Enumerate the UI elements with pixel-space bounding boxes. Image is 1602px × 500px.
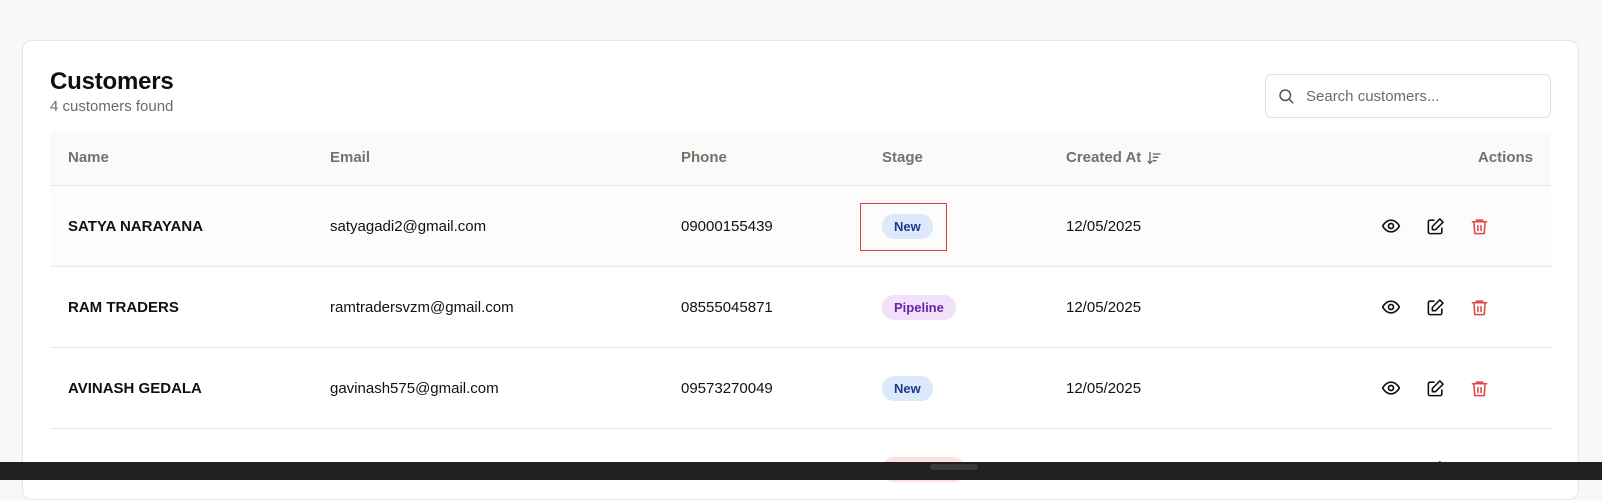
edit-button[interactable] [1424, 215, 1446, 237]
trash-icon [1471, 380, 1487, 396]
customer-email: ramtradersvzm@gmail.com [330, 298, 514, 316]
edit-icon [1427, 379, 1444, 396]
column-header-phone: Phone [681, 149, 727, 166]
column-header-name: Name [68, 149, 109, 166]
table-header: Name Email Phone Stage Created At Action… [50, 131, 1551, 186]
stage-badge: Pipeline [882, 294, 956, 320]
search-input[interactable] [1304, 86, 1548, 106]
stage-badge: New [882, 375, 933, 401]
created-at: 12/05/2025 [1066, 217, 1142, 235]
stage-badge: New [882, 213, 933, 239]
search-icon [1276, 86, 1296, 106]
customer-name: AVINASH GEDALA [68, 379, 202, 397]
row-actions [1380, 348, 1530, 428]
delete-button[interactable] [1468, 215, 1490, 237]
search-box[interactable] [1265, 74, 1551, 118]
customer-phone: 09000155439 [681, 217, 773, 235]
column-header-actions: Actions [1477, 149, 1533, 166]
view-button[interactable] [1380, 296, 1402, 318]
eye-icon [1381, 381, 1401, 395]
column-header-created-at-label: Created At [1066, 149, 1142, 166]
view-button[interactable] [1380, 215, 1402, 237]
customer-email: gavinash575@gmail.com [330, 379, 499, 397]
customers-card: Customers 4 customers found Name Email P… [22, 40, 1579, 500]
delete-button[interactable] [1468, 296, 1490, 318]
row-actions [1380, 186, 1530, 266]
created-at: 12/05/2025 [1066, 298, 1142, 316]
customer-name: SATYA NARAYANA [68, 217, 204, 235]
sort-descending-icon[interactable] [1146, 150, 1162, 166]
customer-phone: 09573270049 [681, 379, 773, 397]
customer-name: RAM TRADERS [68, 298, 179, 316]
eye-icon [1381, 219, 1401, 233]
trash-icon [1471, 299, 1487, 315]
edit-icon [1427, 298, 1444, 315]
row-actions [1380, 267, 1530, 347]
stage-cell: New [882, 348, 933, 428]
page-title: Customers [50, 68, 174, 95]
delete-button[interactable] [1468, 377, 1490, 399]
table-row: RAM TRADERS ramtradersvzm@gmail.com 0855… [50, 267, 1551, 348]
table-row: AVINASH GEDALA gavinash575@gmail.com 095… [50, 348, 1551, 429]
created-at: 12/05/2025 [1066, 379, 1142, 397]
trash-icon [1471, 218, 1487, 234]
stage-cell: Pipeline [882, 267, 956, 347]
stage-cell: New [882, 186, 933, 266]
customer-count: 4 customers found [50, 98, 174, 115]
taskbar-handle [930, 464, 978, 470]
customer-phone: 08555045871 [681, 298, 773, 316]
customer-email: satyagadi2@gmail.com [330, 217, 487, 235]
edit-icon [1427, 217, 1444, 234]
edit-button[interactable] [1424, 377, 1446, 399]
table-row: SATYA NARAYANA satyagadi2@gmail.com 0900… [50, 186, 1551, 267]
column-header-created-at[interactable]: Created At [1066, 131, 1162, 185]
column-header-stage: Stage [882, 149, 923, 166]
customers-table: Name Email Phone Stage Created At Action… [50, 131, 1551, 499]
column-header-email: Email [330, 149, 371, 166]
view-button[interactable] [1380, 377, 1402, 399]
edit-button[interactable] [1424, 296, 1446, 318]
taskbar [0, 462, 1602, 480]
eye-icon [1381, 300, 1401, 314]
